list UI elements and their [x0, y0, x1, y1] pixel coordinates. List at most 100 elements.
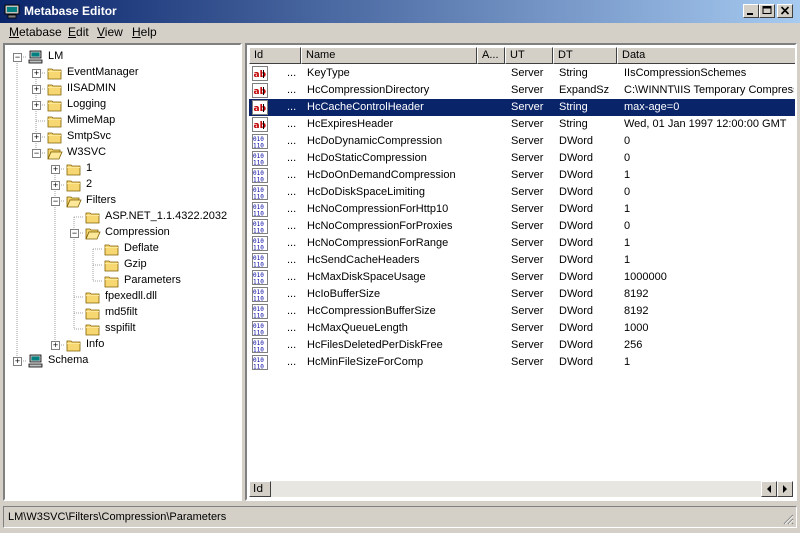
row-user-type: Server	[511, 322, 544, 334]
tree-node-logging[interactable]: + Logging	[5, 97, 240, 113]
menu-view[interactable]: View	[97, 25, 123, 39]
row-user-type: Server	[511, 220, 544, 232]
collapse-icon[interactable]: −	[32, 149, 41, 158]
expand-icon[interactable]: +	[32, 101, 41, 110]
tree-node-md5filt[interactable]: md5filt	[5, 305, 240, 321]
table-row[interactable]: 010 110... HcNoCompressionForRange Server DW…	[249, 235, 795, 252]
tree-node-fpexedll-dll[interactable]: fpexedll.dll	[5, 289, 240, 305]
table-row[interactable]: 010 110... HcNoCompressionForHttp10 Server D…	[249, 201, 795, 218]
expand-icon[interactable]: +	[51, 341, 60, 350]
maximize-icon	[762, 6, 772, 14]
table-row[interactable]: 010 110... HcCompressionBufferSize Server DW…	[249, 303, 795, 320]
row-data: C:\WINNT\IIS Temporary Compressed Files	[624, 84, 794, 96]
tree-node-mimemap[interactable]: MimeMap	[5, 113, 240, 129]
column-header-dt[interactable]: DT	[553, 47, 617, 64]
row-data-type: DWord	[559, 271, 594, 283]
table-row[interactable]: 010 110... HcMinFileSizeForComp Server DWord…	[249, 354, 795, 371]
tree-node-2[interactable]: +2	[5, 177, 240, 193]
collapse-icon[interactable]: −	[51, 197, 60, 206]
folder-icon	[66, 340, 81, 352]
metabase-tree[interactable]: − LM + EventManager + IISADMIN + Logging MimeMap…	[3, 43, 242, 501]
table-row[interactable]: ab... HcCacheControlHeader Server String max…	[249, 99, 795, 116]
folder-icon	[104, 276, 119, 288]
table-row[interactable]: 010 110... HcSendCacheHeaders Server DWord 1	[249, 252, 795, 269]
collapse-icon[interactable]: −	[13, 53, 22, 62]
horizontal-scrollbar[interactable]: Id	[249, 481, 793, 497]
tree-node-lm[interactable]: − LM	[5, 49, 240, 65]
table-row[interactable]: 010 110... HcDoDynamicCompression Server DWo…	[249, 133, 795, 150]
table-row[interactable]: 010 110... HcNoCompressionForProxies Server…	[249, 218, 795, 235]
table-row[interactable]: ab... KeyType Server String IIsCompressionSc…	[249, 65, 795, 82]
expand-icon[interactable]: +	[32, 85, 41, 94]
table-row[interactable]: 010 110... HcIoBufferSize Server DWord 8192	[249, 286, 795, 303]
tree-node-gzip[interactable]: Gzip	[5, 257, 240, 273]
expand-icon[interactable]: +	[13, 357, 22, 366]
expand-icon[interactable]: +	[51, 181, 60, 190]
row-data: 1	[624, 237, 631, 249]
row-user-type: Server	[511, 237, 544, 249]
column-header-id[interactable]: Id	[249, 47, 301, 64]
row-user-type: Server	[511, 67, 544, 79]
resize-grip-icon[interactable]	[782, 513, 794, 525]
collapse-icon[interactable]: −	[70, 229, 79, 238]
row-name: HcExpiresHeader	[307, 118, 394, 130]
tree-node-compression[interactable]: − Compression	[5, 225, 240, 241]
properties-list[interactable]: Id Name A... UT DT Data ab... KeyType Server Str…	[245, 43, 797, 501]
tree-node-parameters[interactable]: Parameters	[5, 273, 240, 289]
svg-text:110: 110	[253, 262, 264, 269]
tree-node-schema[interactable]: + Schema	[5, 353, 240, 369]
maximize-button[interactable]	[759, 4, 775, 18]
row-id: ...	[287, 220, 297, 232]
row-data: 0	[624, 152, 631, 164]
column-header-ut[interactable]: UT	[505, 47, 553, 64]
table-row[interactable]: 010 110... HcMaxDiskSpaceUsage Server DWord 1…	[249, 269, 795, 286]
tree-node-filters[interactable]: − Filters	[5, 193, 240, 209]
tree-node-w3svc[interactable]: − W3SVC	[5, 145, 240, 161]
row-user-type: Server	[511, 339, 544, 351]
scroll-left-button[interactable]	[761, 481, 777, 497]
table-row[interactable]: 010 110... HcDoOnDemandCompression Server DW…	[249, 167, 795, 184]
tree-node-sspifilt[interactable]: sspifilt	[5, 321, 240, 337]
row-data: 1000000	[624, 271, 667, 283]
dword-icon: 010110	[252, 304, 268, 319]
svg-text:ab: ab	[254, 104, 267, 114]
column-header-attributes[interactable]: A...	[477, 47, 505, 64]
svg-text:110: 110	[253, 177, 264, 184]
menu-metabase[interactable]: Metabase	[9, 25, 62, 39]
tree-node-iisadmin[interactable]: + IISADMIN	[5, 81, 240, 97]
table-row[interactable]: ab... HcCompressionDirectory Server ExpandS…	[249, 82, 795, 99]
tree-node-eventmanager[interactable]: + EventManager	[5, 65, 240, 81]
dword-icon: 010110	[252, 219, 268, 234]
close-button[interactable]	[777, 4, 793, 18]
table-row[interactable]: 010 110... HcDoDiskSpaceLimiting Server DWor…	[249, 184, 795, 201]
tree-node-asp-net-1-1-4322-2032[interactable]: ASP.NET_1.1.4322.2032	[5, 209, 240, 225]
svg-text:ab: ab	[254, 70, 267, 80]
scroll-right-button[interactable]	[777, 481, 793, 497]
tree-node-smtpsvc[interactable]: + SmtpSvc	[5, 129, 240, 145]
menu-edit[interactable]: Edit	[68, 25, 89, 39]
column-header-name[interactable]: Name	[301, 47, 477, 64]
row-id: ...	[287, 118, 297, 130]
expand-icon[interactable]: +	[32, 69, 41, 78]
menu-help[interactable]: Help	[132, 25, 157, 39]
row-name: HcMinFileSizeForComp	[307, 356, 424, 368]
table-row[interactable]: 010 110... HcDoStaticCompression Server DWor…	[249, 150, 795, 167]
column-header-data[interactable]: Data	[617, 47, 795, 64]
expand-icon[interactable]: +	[32, 133, 41, 142]
row-data-type: String	[559, 101, 588, 113]
table-row[interactable]: 010 110... HcMaxQueueLength Server DWord 1000	[249, 320, 795, 337]
tree-node-label: fpexedll.dll	[105, 290, 157, 302]
table-row[interactable]: ab... HcExpiresHeader Server String Wed, 01 …	[249, 116, 795, 133]
expand-icon[interactable]: +	[51, 165, 60, 174]
tree-node-info[interactable]: + Info	[5, 337, 240, 353]
table-row[interactable]: 010 110... HcFilesDeletedPerDiskFree Server…	[249, 337, 795, 354]
title-bar[interactable]: Metabase Editor	[0, 0, 800, 23]
status-path: LM\W3SVC\Filters\Compression\Parameters	[8, 511, 227, 523]
tree-node-1[interactable]: +1	[5, 161, 240, 177]
tree-node-deflate[interactable]: Deflate	[5, 241, 240, 257]
menu-bar: Metabase Edit View Help	[0, 23, 800, 42]
computer-icon	[28, 354, 43, 368]
minimize-button[interactable]	[743, 4, 759, 18]
computer-icon	[28, 50, 43, 64]
folder-icon	[85, 308, 100, 320]
